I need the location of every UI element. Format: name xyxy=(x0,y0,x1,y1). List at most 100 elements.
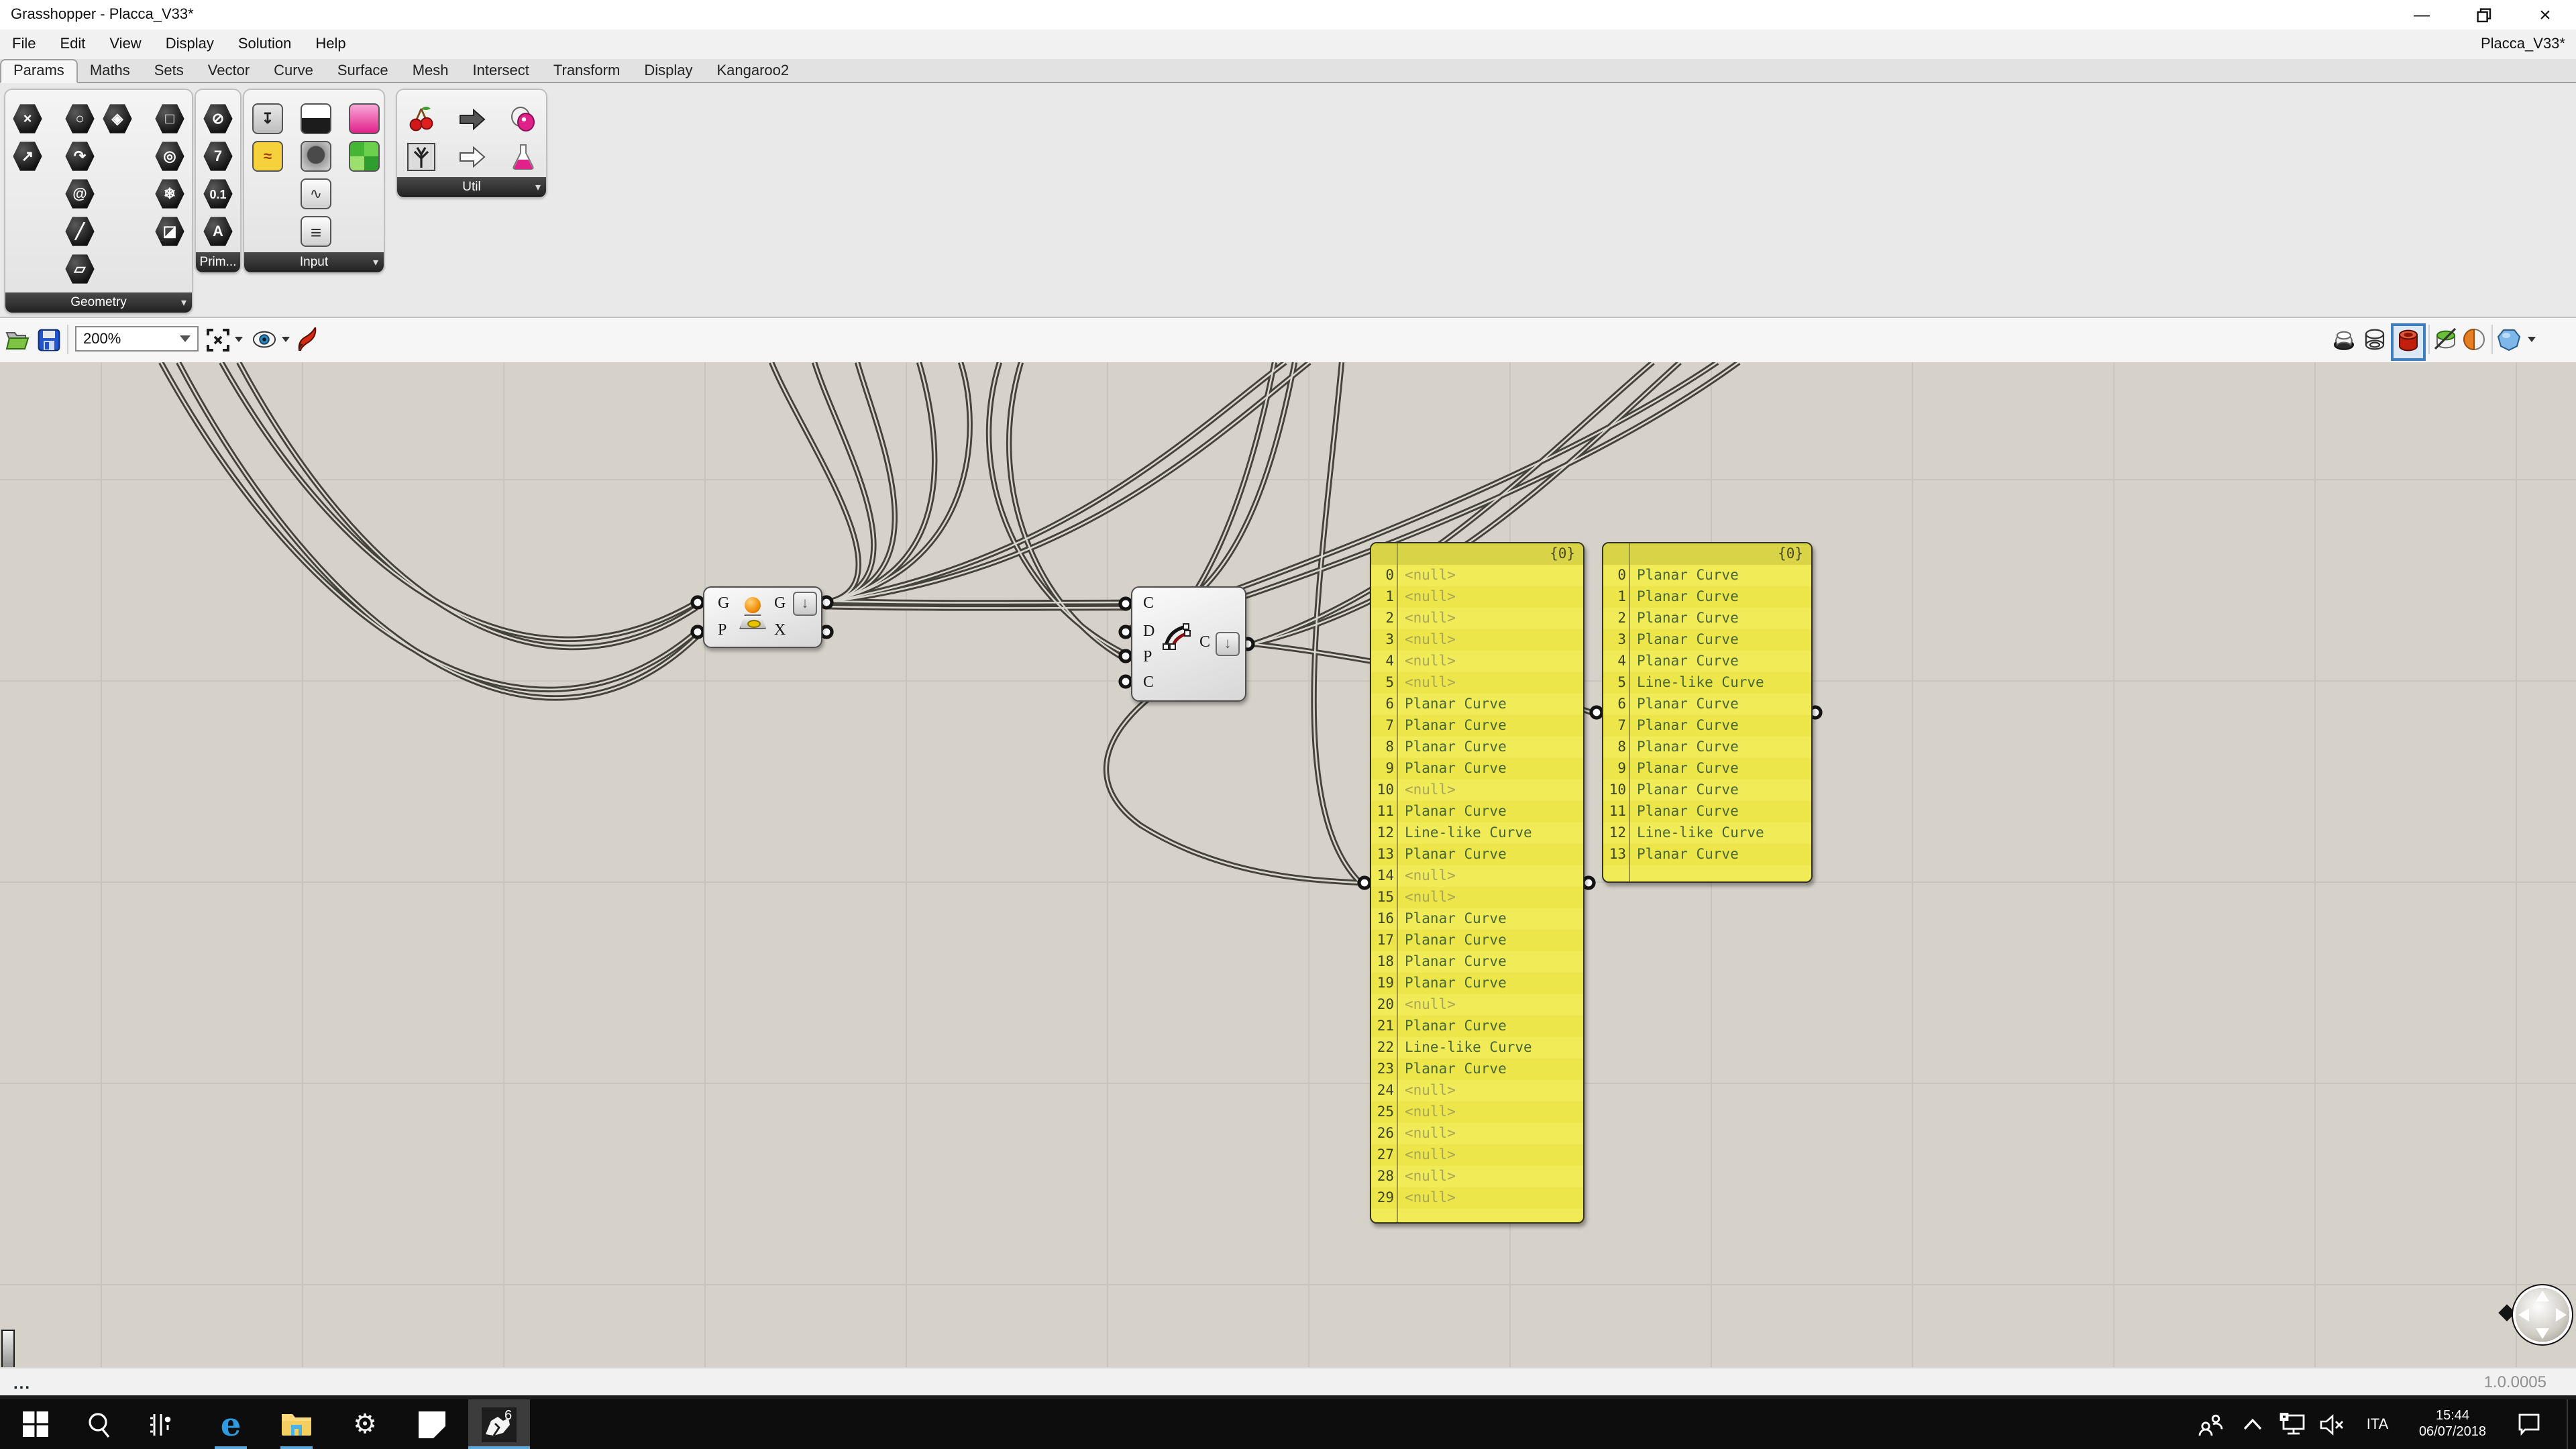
geometry-param-icon[interactable]: × xyxy=(12,103,43,134)
file-explorer-button[interactable] xyxy=(266,1399,327,1449)
number-slider-knob-icon[interactable] xyxy=(301,141,331,172)
sketch-pen-icon[interactable] xyxy=(295,327,319,352)
category-tab[interactable]: Surface xyxy=(325,60,400,82)
language-indicator[interactable]: ITA xyxy=(2352,1416,2403,1432)
zoom-extents-icon[interactable] xyxy=(205,327,229,352)
display-menu-caret[interactable] xyxy=(2528,337,2536,342)
action-center-button[interactable] xyxy=(2502,1413,2556,1436)
category-tab[interactable]: Display xyxy=(632,60,704,82)
minimize-button[interactable]: — xyxy=(2391,0,2453,30)
surface-param-icon[interactable]: ◎ xyxy=(154,141,185,172)
display-sphere-icon[interactable] xyxy=(2497,327,2521,352)
preview-off-icon[interactable] xyxy=(2332,327,2356,352)
clock[interactable]: 15:44 06/07/2018 xyxy=(2403,1408,2502,1440)
null-param-icon[interactable]: ⊘ xyxy=(203,103,233,134)
offset-input-c2[interactable]: C xyxy=(1143,672,1154,692)
category-tab[interactable]: Vector xyxy=(196,60,262,82)
category-tab[interactable]: Transform xyxy=(541,60,632,82)
graph-mapper-icon[interactable]: ∿ xyxy=(301,178,331,209)
task-view-button[interactable] xyxy=(130,1399,192,1449)
spiral-param-icon[interactable]: @ xyxy=(64,178,95,209)
text-param-icon[interactable]: A xyxy=(203,216,233,247)
project-component[interactable]: G P G X ↓ xyxy=(703,586,822,648)
colour-swatch-icon[interactable] xyxy=(349,141,380,172)
category-tab[interactable]: Curve xyxy=(262,60,325,82)
category-tab[interactable]: Maths xyxy=(78,60,142,82)
curve-param-icon2[interactable]: ◈ xyxy=(102,103,133,134)
volume-button[interactable] xyxy=(2312,1413,2352,1435)
data-panel-2[interactable]: {0} 0Planar Curve1Planar Curve2Planar Cu… xyxy=(1602,542,1813,883)
close-button[interactable]: × xyxy=(2514,0,2576,30)
relay-arrow-white-icon[interactable] xyxy=(456,141,487,172)
menu-item[interactable]: Solution xyxy=(226,36,304,52)
menu-item[interactable]: Edit xyxy=(48,36,97,52)
canvas-compass[interactable] xyxy=(2498,1280,2576,1356)
util-group-label[interactable]: Util▾ xyxy=(397,177,546,197)
offset-component[interactable]: C D P C C ↓ xyxy=(1131,586,1246,702)
offset-input-d[interactable]: D xyxy=(1143,621,1155,641)
network-button[interactable] xyxy=(2274,1413,2312,1436)
open-file-icon[interactable] xyxy=(5,327,30,352)
geometry-group-label[interactable]: Geometry▾ xyxy=(5,292,192,313)
number-param-icon[interactable]: 0.1 xyxy=(203,178,233,209)
search-button[interactable] xyxy=(68,1399,130,1449)
start-button[interactable] xyxy=(4,1399,66,1449)
boolean-toggle-icon[interactable] xyxy=(301,103,331,134)
canvas-scrollbar-stub[interactable] xyxy=(1,1330,15,1367)
vector-param-icon[interactable]: ↗ xyxy=(12,141,43,172)
zoom-level-combobox[interactable]: 200% xyxy=(75,326,199,352)
mesh-param-icon[interactable]: ❄ xyxy=(154,178,185,209)
preview-shaded-selected[interactable] xyxy=(2391,323,2426,361)
edge-taskbar-button[interactable]: e xyxy=(200,1399,262,1449)
category-tab[interactable]: Intersect xyxy=(461,60,541,82)
galapagos-cherries-icon[interactable] xyxy=(405,103,436,134)
offset-input-p[interactable]: P xyxy=(1143,647,1152,667)
show-desktop-button[interactable] xyxy=(2567,1399,2576,1449)
import-icon[interactable]: ↧ xyxy=(252,103,283,134)
input-group-label[interactable]: Input▾ xyxy=(244,252,384,272)
tray-overflow-button[interactable] xyxy=(2231,1418,2274,1430)
grasshopper-canvas[interactable]: G P G X ↓ C D P C C ↓ xyxy=(0,362,2576,1367)
arc-param-icon[interactable]: ↷ xyxy=(64,141,95,172)
people-button[interactable] xyxy=(2191,1412,2231,1436)
plane-param-icon[interactable]: ▱ xyxy=(64,254,95,284)
menu-item[interactable]: Display xyxy=(154,36,226,52)
project-download-arrow-icon[interactable]: ↓ xyxy=(793,592,817,616)
line-param-icon[interactable]: ╱ xyxy=(64,216,95,247)
document-preview-icon[interactable] xyxy=(2462,327,2486,352)
rhino-taskbar-button[interactable]: 6 xyxy=(468,1399,530,1449)
preview-eye-icon[interactable] xyxy=(252,327,276,352)
project-output-x[interactable]: X xyxy=(774,620,786,640)
data-dam-icon[interactable] xyxy=(507,103,538,134)
restore-button[interactable] xyxy=(2453,0,2514,30)
panel-icon[interactable]: ≡ xyxy=(301,216,331,247)
offset-download-arrow-icon[interactable]: ↓ xyxy=(1216,632,1240,656)
box-param-icon[interactable]: □ xyxy=(154,103,185,134)
menu-item[interactable]: View xyxy=(97,36,153,52)
gradient-icon[interactable] xyxy=(349,103,380,134)
project-input-g[interactable]: G xyxy=(718,593,729,613)
category-tab[interactable]: Params xyxy=(0,59,78,83)
circle-param-icon[interactable]: ○ xyxy=(64,103,95,134)
category-tab[interactable]: Sets xyxy=(142,60,196,82)
patch-param-icon[interactable]: ◪ xyxy=(154,216,185,247)
data-panel-1[interactable]: {0} 0<null>1<null>2<null>3<null>4<null>5… xyxy=(1370,542,1585,1224)
preview-wireframe-icon[interactable] xyxy=(2363,327,2387,352)
menu-item[interactable]: Help xyxy=(303,36,358,52)
preview-selected-only-icon[interactable] xyxy=(2434,327,2458,352)
menu-item[interactable]: File xyxy=(0,36,48,52)
project-input-p[interactable]: P xyxy=(718,620,727,640)
flask-icon[interactable] xyxy=(507,141,538,172)
project-output-g[interactable]: G xyxy=(774,593,786,613)
primitive-group-label[interactable]: Prim... xyxy=(196,252,240,272)
integer-param-icon[interactable]: 7 xyxy=(203,141,233,172)
tree-icon[interactable] xyxy=(405,141,436,172)
save-file-icon[interactable] xyxy=(36,327,60,352)
offset-output-c[interactable]: C xyxy=(1199,632,1210,652)
category-tab[interactable]: Mesh xyxy=(400,60,461,82)
zoom-menu-caret[interactable] xyxy=(235,337,243,342)
sketch-icon[interactable]: ≈ xyxy=(252,141,283,172)
category-tab[interactable]: Kangaroo2 xyxy=(704,60,801,82)
offset-input-c[interactable]: C xyxy=(1143,593,1154,613)
settings-button[interactable]: ⚙ xyxy=(334,1399,396,1449)
